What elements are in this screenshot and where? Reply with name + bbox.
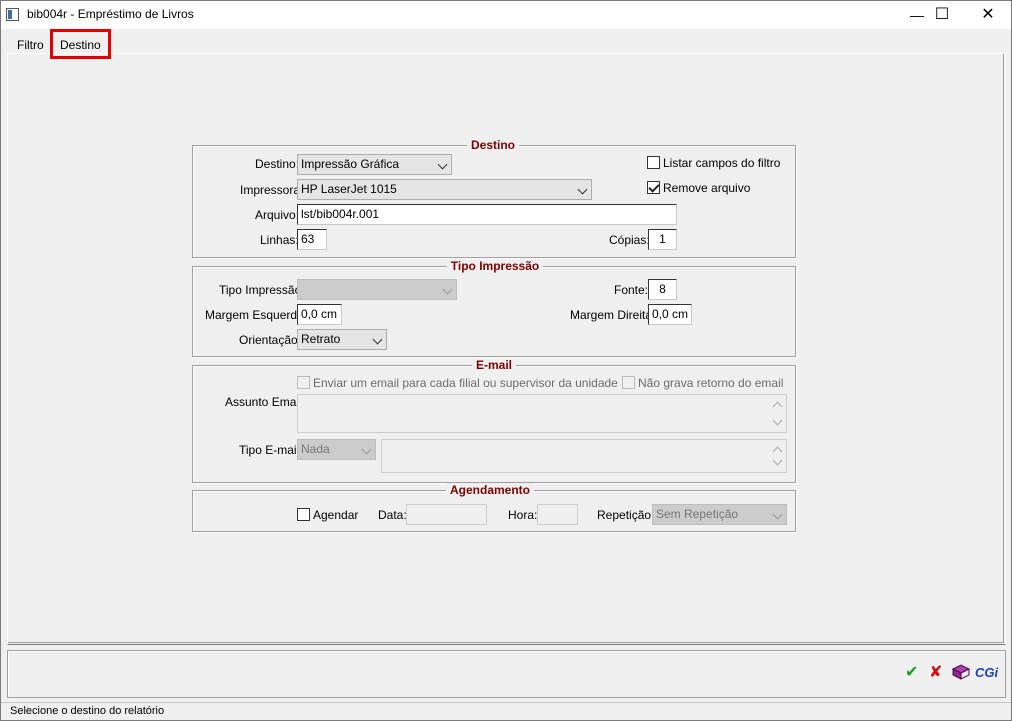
confirm-check-icon[interactable]: ✔ (905, 664, 918, 682)
repeticao-select-value: Sem Repetição (656, 507, 739, 521)
email-group-title: E-mail (471, 358, 517, 372)
app-icon (6, 8, 19, 21)
margem-direita-label: Margem Direita: (570, 308, 656, 322)
orientacao-label: Orientação: (239, 333, 302, 347)
listar-campos-label: Listar campos do filtro (663, 156, 781, 170)
corpo-email-textarea[interactable] (381, 439, 787, 473)
margem-esquerda-input[interactable]: 0,0 cm (297, 304, 342, 325)
scroll-down-icon[interactable] (772, 415, 783, 426)
hora-label: Hora: (508, 508, 538, 522)
destino-group-title: Destino (466, 138, 520, 152)
destino-select-value: Impressão Gráfica (301, 157, 400, 171)
arquivo-label: Arquivo: (255, 208, 300, 222)
nao-grava-checkbox[interactable] (622, 376, 635, 389)
fonte-label: Fonte: (614, 283, 649, 297)
tipo-impressao-label: Tipo Impressão: (219, 283, 305, 297)
chevron-down-icon (442, 284, 453, 295)
chevron-down-icon (772, 509, 783, 520)
margem-esquerda-label: Margem Esquerda: (205, 308, 308, 322)
agendar-label: Agendar (313, 508, 359, 522)
impressora-label: Impressora: (240, 183, 304, 197)
tab-highlight-box (50, 29, 111, 59)
tipo-impressao-select[interactable] (297, 279, 457, 300)
title-bar: bib004r - Empréstimo de Livros — ☐ ✕ (1, 1, 1011, 29)
cgi-button[interactable]: CGi (975, 664, 998, 682)
assunto-email-label: Assunto Email: (225, 395, 306, 409)
close-button[interactable]: ✕ (965, 1, 1011, 29)
fonte-input[interactable]: 8 (648, 279, 677, 300)
arquivo-input[interactable]: lst/bib004r.001 (297, 204, 677, 225)
impressora-select[interactable]: HP LaserJet 1015 (297, 179, 592, 200)
bottom-toolbar (7, 650, 1006, 698)
nao-grava-label: Não grava retorno do email (638, 376, 784, 390)
data-input[interactable] (406, 504, 487, 525)
orientacao-select-value: Retrato (301, 332, 341, 346)
tipo-email-select[interactable]: Nada (297, 439, 376, 460)
status-bar: Selecione o destino do relatório (1, 702, 1011, 720)
enviar-email-label: Enviar um email para cada filial ou supe… (313, 376, 618, 390)
chevron-down-icon (372, 334, 383, 345)
impressora-select-value: HP LaserJet 1015 (301, 182, 397, 196)
listar-campos-checkbox[interactable] (647, 156, 660, 169)
assunto-email-textarea[interactable] (297, 394, 787, 433)
orientacao-select[interactable]: Retrato (297, 329, 387, 350)
copias-label: Cópias: (609, 233, 650, 247)
copias-input[interactable]: 1 (648, 229, 677, 250)
agendamento-group-title: Agendamento (445, 483, 535, 497)
main-window: bib004r - Empréstimo de Livros — ☐ ✕ Fil… (0, 0, 1012, 721)
maximize-button[interactable]: ☐ (919, 1, 965, 29)
tipo-email-label: Tipo E-mail: (239, 443, 303, 457)
data-label: Data: (378, 508, 407, 522)
cancel-x-icon[interactable]: ✘ (929, 664, 942, 682)
destino-select[interactable]: Impressão Gráfica (297, 154, 452, 175)
remove-arquivo-label: Remove arquivo (663, 181, 751, 195)
status-text: Selecione o destino do relatório (10, 705, 165, 717)
scroll-up-icon[interactable] (772, 401, 783, 412)
window-title: bib004r - Empréstimo de Livros (27, 7, 194, 21)
tipo-email-select-value: Nada (301, 442, 330, 456)
enviar-email-checkbox[interactable] (297, 376, 310, 389)
chevron-down-icon (361, 444, 372, 455)
tab-filtro[interactable]: Filtro (17, 38, 44, 52)
scroll-down-icon[interactable] (772, 455, 783, 466)
tab-bar: Filtro Destino (1, 29, 1011, 55)
margem-direita-input[interactable]: 0,0 cm (648, 304, 692, 325)
help-book-icon[interactable] (952, 664, 970, 680)
chevron-down-icon (437, 159, 448, 170)
chevron-down-icon (577, 184, 588, 195)
remove-arquivo-checkbox[interactable] (647, 181, 660, 194)
agendar-checkbox[interactable] (297, 508, 310, 521)
destino-label: Destino: (255, 157, 300, 171)
tipo-impressao-group-title: Tipo Impressão (446, 259, 544, 273)
repeticao-label: Repetição: (597, 508, 655, 522)
hora-input[interactable] (537, 504, 578, 525)
repeticao-select[interactable]: Sem Repetição (652, 504, 787, 525)
linhas-label: Linhas: (260, 233, 299, 247)
linhas-input[interactable]: 63 (297, 229, 327, 250)
